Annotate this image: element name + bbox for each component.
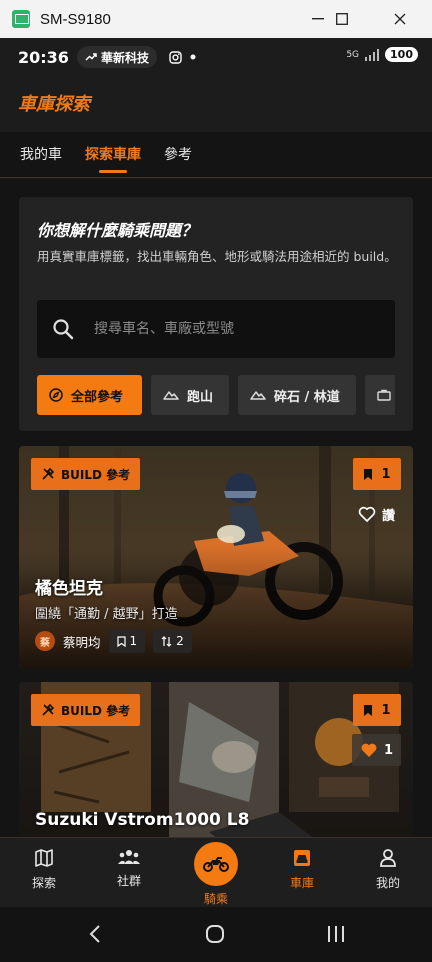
nav-ride-button[interactable]	[194, 842, 238, 886]
badge-label: BUILD 參考	[61, 703, 131, 718]
content-feed[interactable]: 你想解什麼騎乘問題？ 用真實車庫標籤，找出車輛角色、地形或騎法用途相近的 bui…	[0, 179, 432, 837]
filter-chips: 全部參考 跑山 碎石 / 林道	[37, 375, 395, 415]
build-reference-badge: BUILD 參考	[31, 458, 141, 490]
nav-label: 車庫	[289, 876, 314, 890]
like-label: 讚	[381, 508, 395, 524]
bookmark-stat: 1	[108, 629, 146, 653]
back-icon[interactable]	[88, 924, 102, 944]
fork-count: 2	[176, 634, 184, 648]
notification-pill-label: 華新科技	[100, 50, 149, 65]
save-button[interactable]: 1	[353, 458, 401, 490]
tools-icon	[42, 703, 55, 716]
chip-label: 跑山	[187, 389, 214, 405]
author-name[interactable]: 蔡明均	[63, 632, 101, 651]
status-notification-icons	[169, 50, 196, 64]
search-card-description: 用真實車庫標籤，找出車輛角色、地形或騎法用途相近的 build。	[37, 249, 397, 264]
nav-garage[interactable]: 車庫	[267, 848, 337, 891]
app-window-icon	[12, 10, 30, 28]
chip-all-reference[interactable]: 全部參考	[37, 375, 142, 415]
page-title: 車庫探索	[18, 94, 90, 115]
home-icon[interactable]	[205, 924, 225, 944]
chip-label: 全部參考	[71, 389, 124, 405]
app-header: 車庫探索	[0, 76, 432, 132]
instagram-icon	[169, 50, 182, 64]
avatar[interactable]: 蔡	[35, 631, 55, 651]
signal-icon	[365, 48, 380, 61]
system-nav-bar	[0, 907, 432, 962]
tab-my-garage[interactable]: 我的車	[20, 144, 62, 164]
network-type: 5G	[346, 49, 360, 60]
status-system-icons: 5G 100	[346, 47, 418, 62]
bookmark-count: 1	[129, 634, 138, 648]
compass-icon	[49, 388, 63, 402]
search-input[interactable]	[94, 321, 364, 337]
battery-indicator: 100	[385, 47, 418, 62]
tab-reference[interactable]: 參考	[164, 144, 192, 164]
bookmark-icon	[364, 468, 373, 480]
build-title: Suzuki Vstrom1000 L8	[35, 810, 250, 830]
heart-filled-icon	[361, 743, 377, 757]
bottom-nav: 探索 社群 騎乘 車庫 我的	[0, 837, 432, 907]
window-title-bar: SM-S9180	[0, 0, 432, 38]
person-icon	[380, 849, 396, 867]
fork-icon	[161, 635, 172, 647]
search-box[interactable]	[37, 300, 395, 358]
fork-stat: 2	[153, 629, 192, 653]
like-button[interactable]: 1	[351, 734, 401, 766]
status-bar: 20:36 華新科技 5G 100	[0, 38, 432, 76]
bookmark-outline-icon	[116, 635, 126, 647]
window-title: SM-S9180	[40, 10, 111, 28]
nav-profile[interactable]: 我的	[353, 848, 423, 891]
nav-label: 社群	[116, 874, 141, 888]
build-title: 橘色坦克	[35, 579, 103, 599]
recents-icon[interactable]	[327, 924, 345, 944]
nav-explore[interactable]: 探索	[9, 848, 79, 891]
maximize-button[interactable]	[318, 0, 366, 38]
motorcycle-icon	[203, 857, 229, 872]
mountain-icon	[250, 391, 266, 400]
like-button[interactable]: 讚	[350, 498, 403, 530]
garage-icon	[294, 850, 310, 866]
nav-label: 探索	[31, 876, 56, 890]
build-reference-badge: BUILD 參考	[31, 694, 141, 726]
dot-icon	[190, 54, 196, 60]
chip-label: 碎石 / 林道	[274, 389, 340, 405]
status-time: 20:36	[18, 47, 69, 67]
mountain-icon	[163, 391, 179, 400]
search-icon	[53, 319, 74, 340]
search-card: 你想解什麼騎乘問題？ 用真實車庫標籤，找出車輛角色、地形或騎法用途相近的 bui…	[19, 197, 413, 431]
save-count: 1	[381, 702, 391, 718]
build-meta: 蔡 蔡明均 1 2	[35, 629, 192, 653]
badge-label: BUILD 參考	[61, 467, 131, 482]
search-card-title: 你想解什麼騎乘問題？	[37, 221, 198, 240]
build-subtitle: 圍繞「通勤 / 越野」打造	[35, 607, 178, 622]
tab-bar: 我的車 探索車庫 參考	[0, 132, 432, 178]
save-count: 1	[381, 466, 391, 482]
people-icon	[118, 850, 140, 864]
save-button[interactable]: 1	[353, 694, 401, 726]
like-count: 1	[383, 742, 393, 758]
chip-touring[interactable]	[365, 375, 395, 415]
nav-label: 我的	[375, 876, 400, 890]
nav-label: 騎乘	[203, 892, 228, 906]
app-root: SM-S9180 20:36 華新科技 5G 100 車庫探索 我的車 探索車庫…	[0, 0, 432, 962]
build-card[interactable]: BUILD 參考 1 讚 橘色坦克 圍繞「通勤 / 越野」打造 蔡 蔡明均 1	[19, 446, 413, 668]
tab-explore-garage[interactable]: 探索車庫	[85, 144, 141, 173]
heart-outline-icon	[358, 506, 376, 522]
bookmark-icon	[364, 704, 373, 716]
close-button[interactable]	[376, 0, 424, 38]
build-card[interactable]: BUILD 參考 1 1 Suzuki Vstrom1000 L8	[19, 682, 413, 837]
chip-mountain[interactable]: 跑山	[151, 375, 229, 415]
tools-icon	[42, 467, 55, 480]
map-icon	[35, 849, 53, 867]
chip-gravel-forest-road[interactable]: 碎石 / 林道	[238, 375, 356, 415]
trending-up-icon	[85, 53, 97, 61]
notification-pill[interactable]: 華新科技	[76, 46, 157, 68]
briefcase-icon	[377, 389, 391, 401]
nav-community[interactable]: 社群	[94, 848, 164, 889]
